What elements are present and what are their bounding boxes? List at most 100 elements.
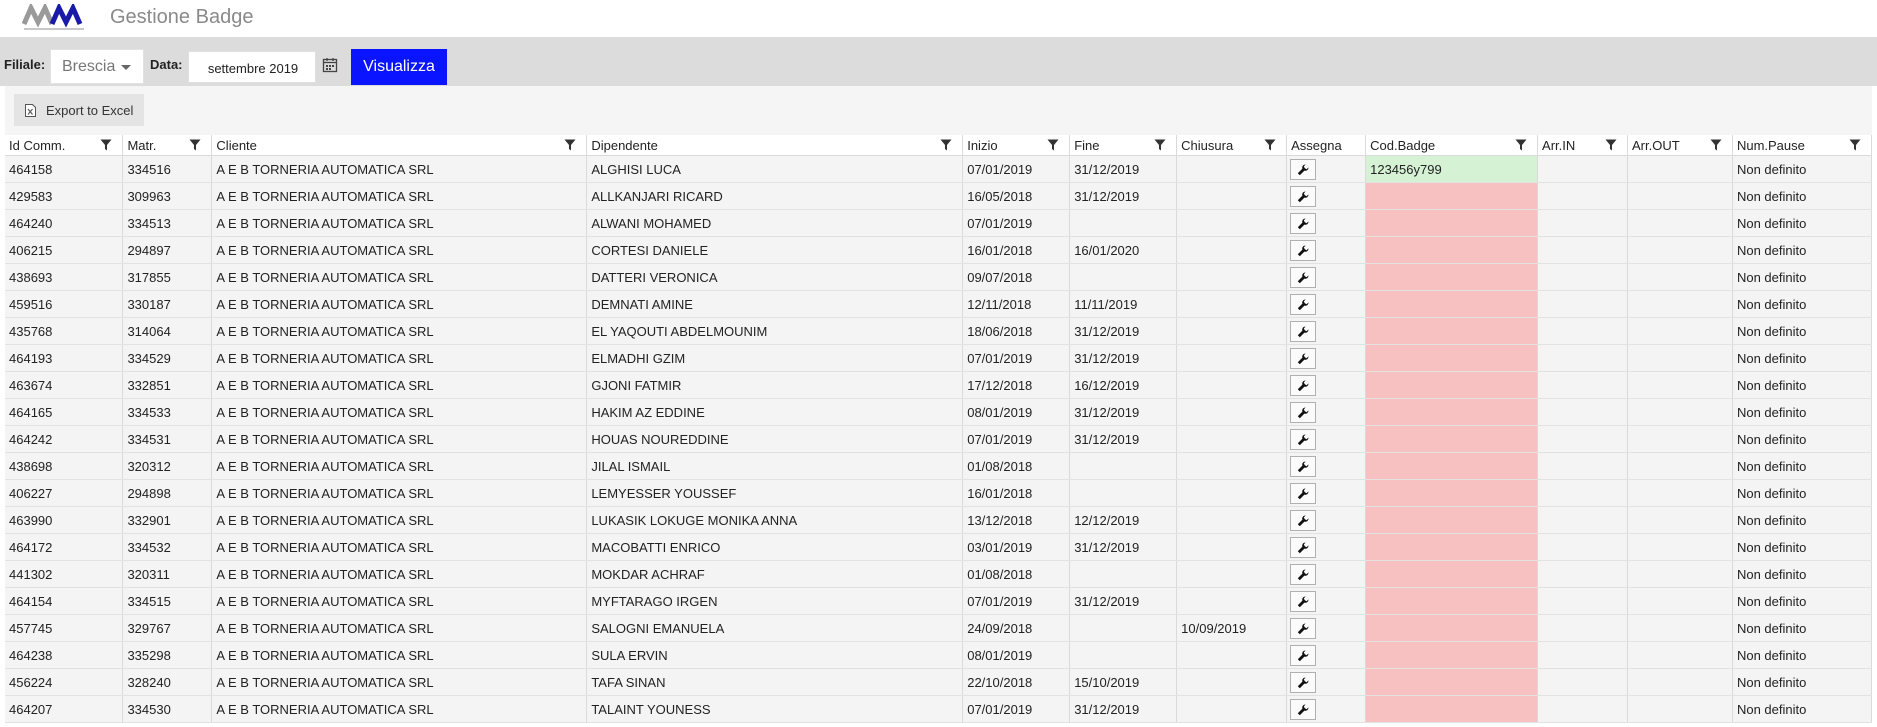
cell-dip[interactable]: EL YAQOUTI ABDELMOUNIM: [586, 317, 964, 345]
cell-chiusura[interactable]: [1176, 236, 1288, 264]
cell-arrout[interactable]: [1627, 695, 1733, 723]
cell-pause[interactable]: Non definito: [1732, 452, 1872, 480]
cell-id[interactable]: 406227: [5, 479, 124, 507]
cell-arrout[interactable]: [1627, 155, 1733, 183]
cell-dip[interactable]: MYFTARAGO IRGEN: [586, 587, 964, 615]
cell-dip[interactable]: HAKIM AZ EDDINE: [586, 398, 964, 426]
cell-badge[interactable]: [1365, 614, 1539, 642]
cell-pause[interactable]: Non definito: [1732, 371, 1872, 399]
cell-chiusura[interactable]: [1176, 398, 1288, 426]
assign-badge-button[interactable]: [1290, 239, 1317, 261]
cell-fine[interactable]: [1069, 560, 1178, 588]
cell-arrin[interactable]: [1537, 263, 1628, 291]
cell-matr[interactable]: 334529: [122, 344, 213, 372]
cell-fine[interactable]: 12/12/2019: [1069, 506, 1178, 534]
cell-inizio[interactable]: 24/09/2018: [962, 614, 1071, 642]
cell-cliente[interactable]: A E B TORNERIA AUTOMATICA SRL: [211, 155, 588, 183]
cell-badge[interactable]: [1365, 317, 1539, 345]
cell-dip[interactable]: ALWANI MOHAMED: [586, 209, 964, 237]
cell-matr[interactable]: 294897: [122, 236, 213, 264]
cell-arrin[interactable]: [1537, 560, 1628, 588]
cell-inizio[interactable]: 12/11/2018: [962, 290, 1071, 318]
cell-dip[interactable]: DATTERI VERONICA: [586, 263, 964, 291]
cell-arrin[interactable]: [1537, 425, 1628, 453]
column-header-id[interactable]: Id Comm.: [5, 135, 124, 156]
cell-arrin[interactable]: [1537, 695, 1628, 723]
cell-matr[interactable]: 335298: [122, 641, 213, 669]
table-row[interactable]: 435768 314064 A E B TORNERIA AUTOMATICA SR…: [5, 317, 1872, 345]
cell-inizio[interactable]: 07/01/2019: [962, 155, 1071, 183]
cell-dip[interactable]: SULA ERVIN: [586, 641, 964, 669]
filter-icon[interactable]: [1154, 139, 1166, 151]
cell-chiusura[interactable]: [1176, 533, 1288, 561]
cell-arrout[interactable]: [1627, 398, 1733, 426]
table-row[interactable]: 464154 334515 A E B TORNERIA AUTOMATICA SR…: [5, 587, 1872, 615]
cell-matr[interactable]: 332851: [122, 371, 213, 399]
cell-pause[interactable]: Non definito: [1732, 182, 1872, 210]
cell-badge[interactable]: [1365, 533, 1539, 561]
cell-arrin[interactable]: [1537, 506, 1628, 534]
cell-chiusura[interactable]: [1176, 641, 1288, 669]
cell-chiusura[interactable]: [1176, 317, 1288, 345]
cell-dip[interactable]: CORTESI DANIELE: [586, 236, 964, 264]
cell-fine[interactable]: [1069, 263, 1178, 291]
cell-dip[interactable]: JILAL ISMAIL: [586, 452, 964, 480]
cell-cliente[interactable]: A E B TORNERIA AUTOMATICA SRL: [211, 182, 588, 210]
cell-chiusura[interactable]: [1176, 695, 1288, 723]
table-row[interactable]: 463990 332901 A E B TORNERIA AUTOMATICA SR…: [5, 506, 1872, 534]
cell-fine[interactable]: [1069, 641, 1178, 669]
cell-arrout[interactable]: [1627, 371, 1733, 399]
cell-arrout[interactable]: [1627, 641, 1733, 669]
cell-matr[interactable]: 330187: [122, 290, 213, 318]
cell-chiusura[interactable]: [1176, 290, 1288, 318]
filter-icon[interactable]: [1710, 139, 1722, 151]
cell-chiusura[interactable]: 10/09/2019: [1176, 614, 1288, 642]
cell-badge[interactable]: [1365, 344, 1539, 372]
cell-matr[interactable]: 334532: [122, 533, 213, 561]
cell-id[interactable]: 438698: [5, 452, 124, 480]
filter-icon[interactable]: [940, 139, 952, 151]
cell-pause[interactable]: Non definito: [1732, 209, 1872, 237]
cell-arrin[interactable]: [1537, 236, 1628, 264]
cell-arrout[interactable]: [1627, 263, 1733, 291]
cell-inizio[interactable]: 01/08/2018: [962, 560, 1071, 588]
cell-arrin[interactable]: [1537, 371, 1628, 399]
table-row[interactable]: 406227 294898 A E B TORNERIA AUTOMATICA SR…: [5, 479, 1872, 507]
cell-matr[interactable]: 320311: [122, 560, 213, 588]
cell-arrin[interactable]: [1537, 209, 1628, 237]
cell-arrout[interactable]: [1627, 344, 1733, 372]
cell-cliente[interactable]: A E B TORNERIA AUTOMATICA SRL: [211, 263, 588, 291]
cell-dip[interactable]: MOKDAR ACHRAF: [586, 560, 964, 588]
column-header-chiusura[interactable]: Chiusura: [1176, 135, 1288, 156]
cell-inizio[interactable]: 07/01/2019: [962, 344, 1071, 372]
cell-fine[interactable]: 31/12/2019: [1069, 182, 1178, 210]
cell-matr[interactable]: 314064: [122, 317, 213, 345]
cell-id[interactable]: 406215: [5, 236, 124, 264]
cell-arrout[interactable]: [1627, 614, 1733, 642]
filiale-select[interactable]: Brescia: [50, 49, 144, 84]
cell-fine[interactable]: 16/01/2020: [1069, 236, 1178, 264]
cell-badge[interactable]: 123456y799: [1365, 155, 1539, 183]
cell-cliente[interactable]: A E B TORNERIA AUTOMATICA SRL: [211, 425, 588, 453]
cell-id[interactable]: 464158: [5, 155, 124, 183]
cell-chiusura[interactable]: [1176, 155, 1288, 183]
cell-arrin[interactable]: [1537, 641, 1628, 669]
table-row[interactable]: 464165 334533 A E B TORNERIA AUTOMATICA SR…: [5, 398, 1872, 426]
cell-chiusura[interactable]: [1176, 425, 1288, 453]
cell-dip[interactable]: LEMYESSER YOUSSEF: [586, 479, 964, 507]
cell-matr[interactable]: 320312: [122, 452, 213, 480]
cell-pause[interactable]: Non definito: [1732, 668, 1872, 696]
cell-dip[interactable]: ALGHISI LUCA: [586, 155, 964, 183]
cell-chiusura[interactable]: [1176, 263, 1288, 291]
cell-matr[interactable]: 328240: [122, 668, 213, 696]
cell-fine[interactable]: 31/12/2019: [1069, 155, 1178, 183]
cell-badge[interactable]: [1365, 263, 1539, 291]
cell-dip[interactable]: ALLKANJARI RICARD: [586, 182, 964, 210]
cell-arrout[interactable]: [1627, 425, 1733, 453]
assign-badge-button[interactable]: [1290, 185, 1317, 207]
cell-inizio[interactable]: 08/01/2019: [962, 398, 1071, 426]
cell-fine[interactable]: 31/12/2019: [1069, 344, 1178, 372]
cell-arrin[interactable]: [1537, 614, 1628, 642]
cell-id[interactable]: 464207: [5, 695, 124, 723]
cell-id[interactable]: 459516: [5, 290, 124, 318]
